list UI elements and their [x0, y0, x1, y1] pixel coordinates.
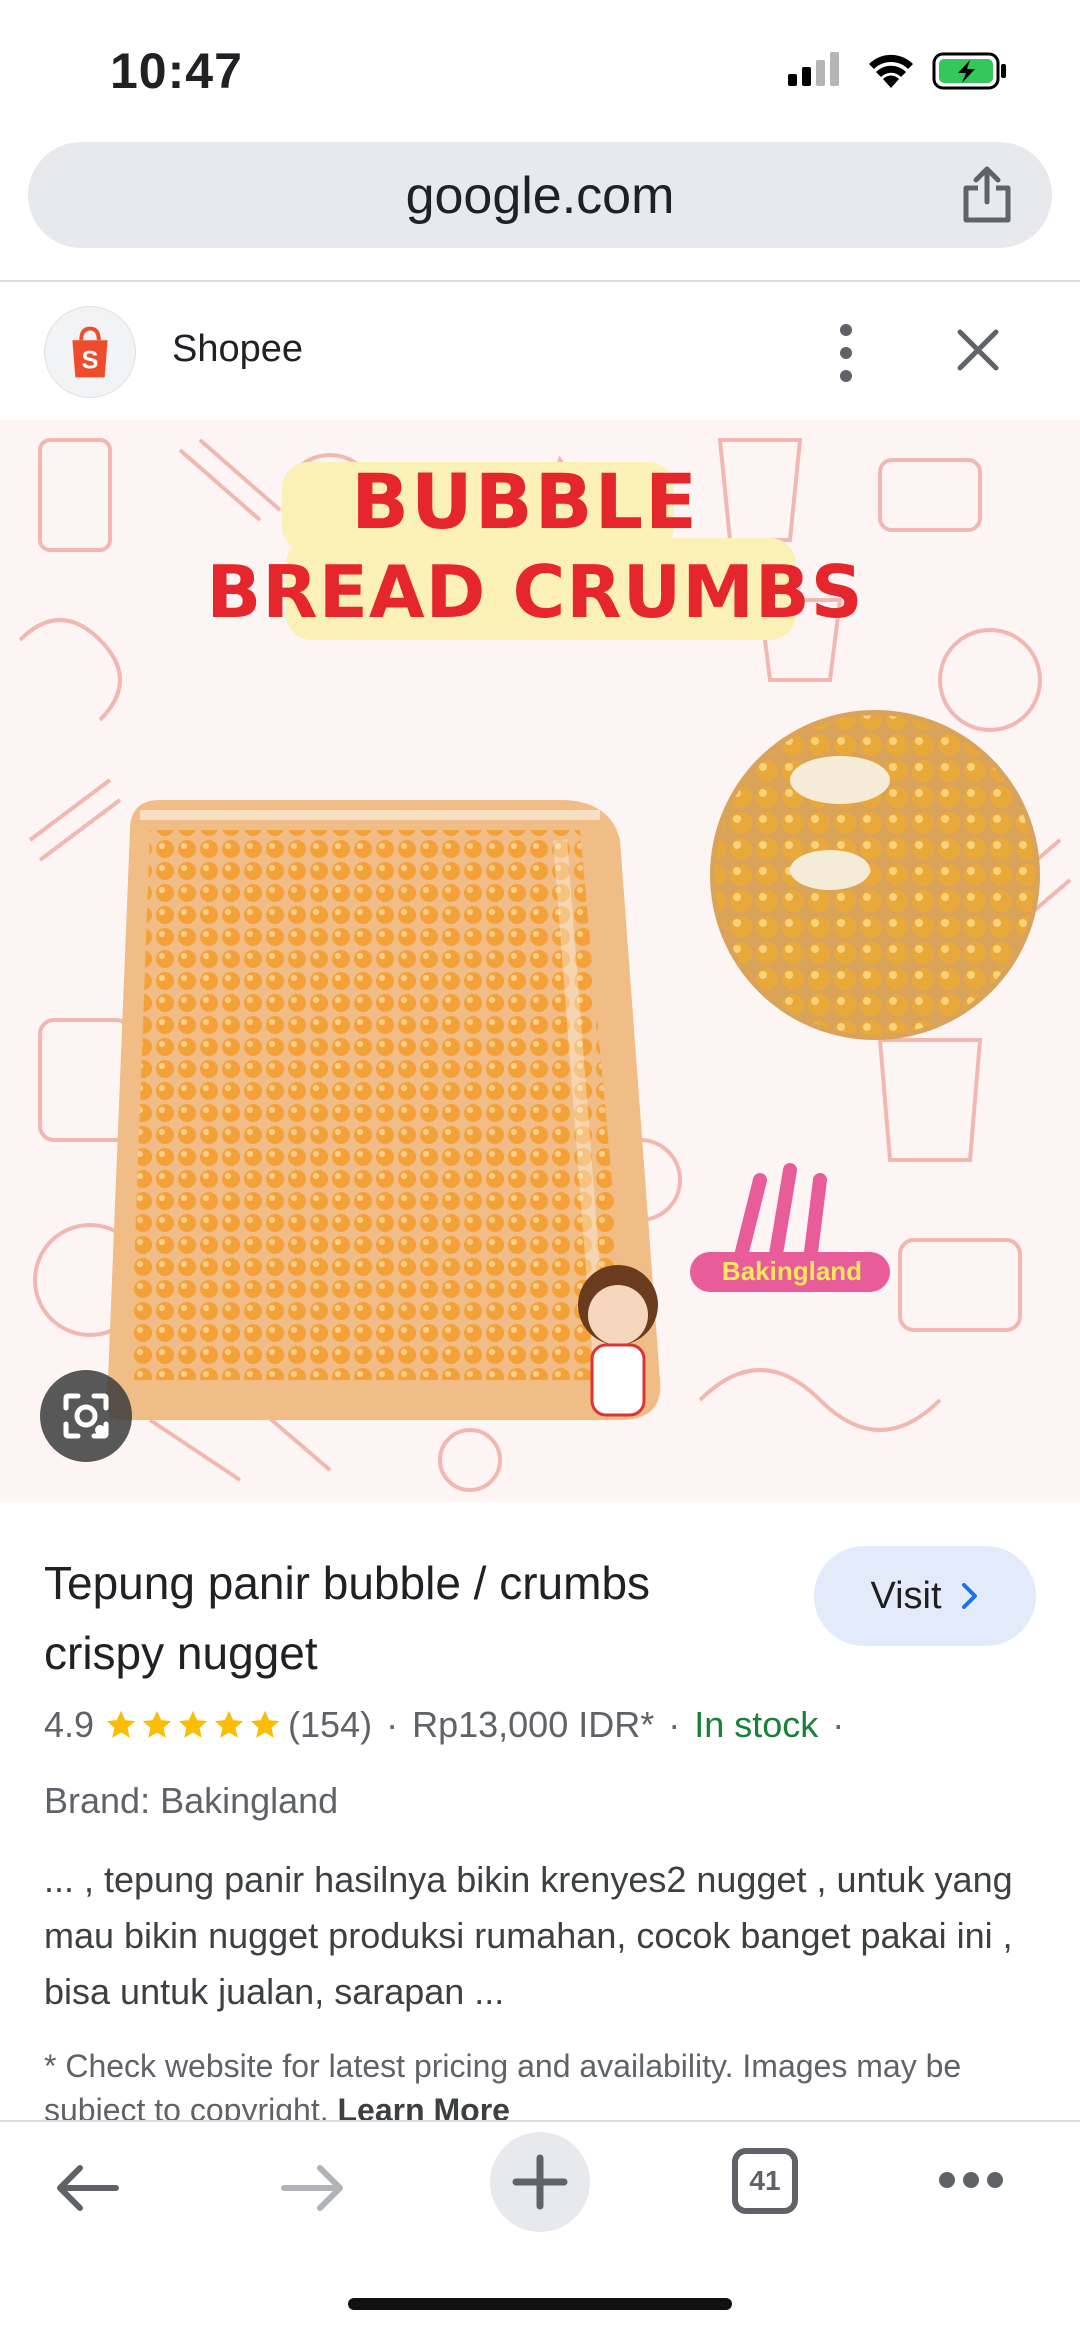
svg-text:S: S: [82, 347, 99, 375]
rating-value: 4.9: [44, 1704, 95, 1745]
share-icon[interactable]: [960, 166, 1014, 224]
tab-count: 41: [749, 2165, 781, 2196]
star-icon: [106, 1710, 136, 1738]
meta-separator: ·: [832, 1704, 845, 1745]
review-count: (154): [288, 1704, 373, 1745]
star-icon: [214, 1710, 244, 1738]
address-bar[interactable]: google.com: [28, 142, 1052, 248]
shopee-logo: S: [44, 306, 136, 398]
back-icon[interactable]: [52, 2158, 122, 2218]
brand-watermark: Bakingland: [721, 1256, 863, 1286]
wifi-icon: [869, 54, 913, 88]
product-image[interactable]: BUBBLE BREAD CRUMBS Bakingland: [0, 420, 1080, 1502]
visit-button[interactable]: Visit: [814, 1546, 1036, 1646]
signal-icon: [788, 52, 839, 86]
meta-separator: ·: [668, 1704, 681, 1745]
visit-label: Visit: [870, 1574, 942, 1617]
brand-line: Brand: Bakingland: [44, 1780, 339, 1821]
chevron-right-icon: [961, 1583, 977, 1609]
url-text[interactable]: google.com: [28, 166, 1052, 226]
banner-line-1: BUBBLE: [351, 457, 699, 546]
star-icon: [142, 1710, 172, 1738]
result-snippet: ... , tepung panir hasilnya bikin krenye…: [44, 1859, 1013, 2012]
rating-stars: [104, 1708, 282, 1742]
battery-icon: [932, 52, 1006, 90]
result-title[interactable]: Tepung panir bubble / crumbs crispy nugg…: [44, 1548, 764, 1688]
source-name[interactable]: Shopee: [172, 328, 303, 371]
price: Rp13,000 IDR*: [412, 1704, 655, 1745]
close-icon[interactable]: [954, 326, 1002, 374]
lens-button[interactable]: [40, 1370, 132, 1462]
status-time: 10:47: [110, 43, 243, 99]
star-icon: [178, 1710, 208, 1738]
banner-line-2: BREAD CRUMBS: [206, 550, 864, 634]
more-horiz-icon[interactable]: [938, 2170, 1004, 2190]
more-vert-icon[interactable]: [826, 318, 866, 388]
tabs-icon[interactable]: 41: [732, 2148, 798, 2214]
lens-icon: [63, 1393, 109, 1439]
forward-icon[interactable]: [278, 2158, 348, 2218]
meta-separator: ·: [386, 1704, 399, 1745]
star-icon: [250, 1710, 280, 1738]
new-tab-button[interactable]: [490, 2132, 590, 2232]
result-meta: 4.9 (154) · Rp13,000 IDR* · In stock ·: [44, 1704, 858, 1746]
plus-icon: [512, 2154, 568, 2210]
divider: [0, 280, 1080, 282]
home-indicator: [348, 2298, 732, 2310]
availability: In stock: [694, 1704, 819, 1745]
disclaimer: * Check website for latest pricing and a…: [44, 2044, 1044, 2132]
